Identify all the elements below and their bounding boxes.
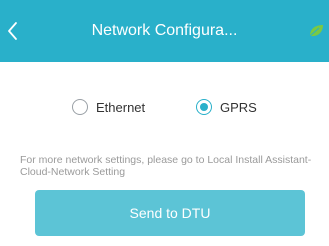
ethernet-radio[interactable] — [72, 99, 88, 115]
page-title: Network Configura... — [91, 22, 238, 39]
ethernet-option[interactable]: Ethernet — [72, 94, 145, 120]
leaf-icon — [309, 25, 323, 37]
gprs-label: GPRS — [220, 99, 257, 115]
send-to-dtu-button[interactable]: Send to DTU — [35, 190, 305, 236]
network-type-options: Ethernet GPRS — [0, 94, 329, 120]
back-button[interactable] — [6, 20, 20, 42]
network-settings-hint: For more network settings, please go to … — [20, 154, 312, 178]
chevron-left-icon — [8, 22, 17, 40]
ethernet-label: Ethernet — [96, 99, 146, 115]
app-header: Network Configura... — [0, 0, 329, 62]
leaf-button[interactable] — [308, 24, 324, 38]
gprs-radio[interactable] — [196, 99, 212, 115]
gprs-option[interactable]: GPRS — [196, 94, 257, 120]
